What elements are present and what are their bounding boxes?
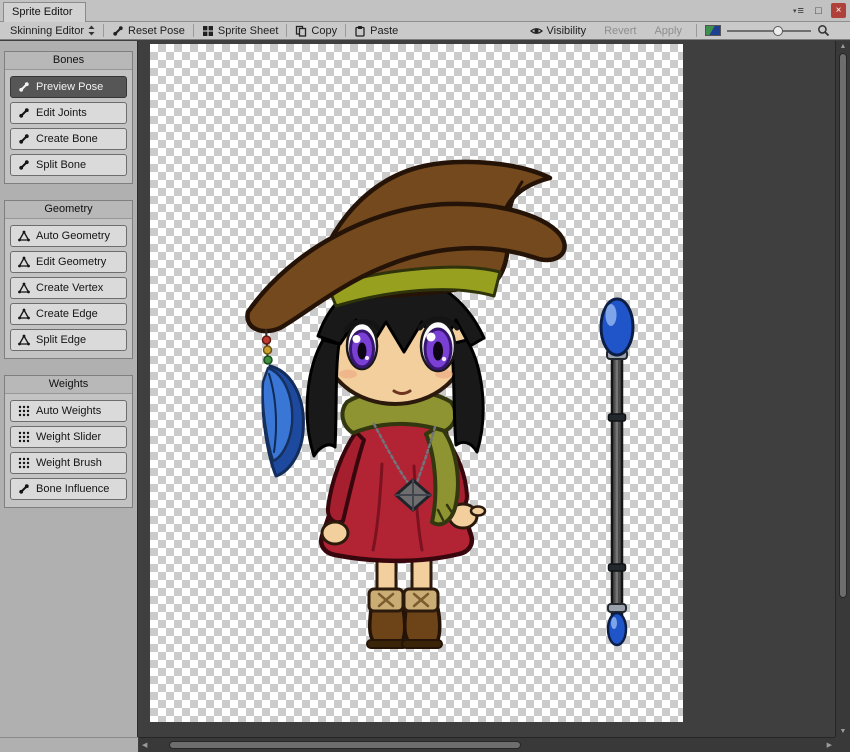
copy-icon	[296, 25, 307, 37]
panel-weights-body: Auto Weights Weight Slider Weight Brush …	[5, 394, 132, 507]
sprite-editor-window: Sprite Editor ▾ ≡ □ × Skinning Editor Res…	[0, 0, 850, 752]
zoom-slider[interactable]	[727, 24, 811, 38]
dropdown-arrows-icon	[88, 25, 95, 36]
bone-influence-button[interactable]: Bone Influence	[10, 478, 127, 500]
sprite-artwork	[245, 159, 635, 649]
zoom-icon	[818, 25, 830, 37]
split-bone-icon	[19, 160, 29, 170]
horizontal-scrollbar-thumb[interactable]	[169, 741, 521, 749]
preview-pose-icon	[19, 82, 29, 92]
zoom-slider-track[interactable]	[727, 29, 811, 32]
create-bone-icon	[19, 134, 29, 144]
vertical-scrollbar[interactable]: ▲ ▼	[835, 41, 850, 737]
sprite-canvas[interactable]	[150, 44, 683, 722]
zoom-slider-thumb[interactable]	[773, 25, 784, 36]
scroll-right-icon[interactable]: ▶	[827, 742, 832, 749]
panel-bones-title: Bones	[5, 52, 132, 70]
edit-geometry-button[interactable]: Edit Geometry	[10, 251, 127, 273]
panel-weights: Weights Auto Weights Weight Slider Weigh…	[4, 375, 133, 508]
preview-pose-button[interactable]: Preview Pose	[10, 76, 127, 98]
feather-charm	[261, 329, 305, 478]
edit-joints-icon	[19, 108, 29, 118]
scroll-up-icon[interactable]: ▲	[836, 43, 850, 50]
texture-preview-swatch[interactable]	[705, 25, 721, 36]
edit-joints-button[interactable]: Edit Joints	[10, 102, 127, 124]
toolbar-separator	[696, 24, 697, 37]
revert-button[interactable]: Revert	[598, 23, 642, 39]
sprite-sheet-button[interactable]: Sprite Sheet	[196, 23, 285, 39]
auto-geometry-icon	[18, 230, 30, 242]
visibility-eye-icon	[529, 27, 543, 34]
staff	[599, 297, 635, 647]
staff-gem-bottom	[606, 611, 628, 647]
split-bone-button[interactable]: Split Bone	[10, 154, 127, 176]
copy-button[interactable]: Copy	[289, 23, 343, 39]
panel-weights-title: Weights	[5, 376, 132, 394]
panel-geometry-body: Auto Geometry Edit Geometry Create Verte…	[5, 219, 132, 358]
toolbar: Skinning Editor Reset Pose Sprite Sheet …	[0, 22, 850, 40]
panel-geometry: Geometry Auto Geometry Edit Geometry Cre…	[4, 200, 133, 359]
bone-influence-icon	[19, 484, 29, 494]
create-vertex-button[interactable]: Create Vertex	[10, 277, 127, 299]
scroll-down-icon[interactable]: ▼	[836, 728, 850, 735]
hair-tail-left	[305, 338, 341, 458]
edit-geometry-icon	[18, 256, 30, 268]
weight-brush-button[interactable]: Weight Brush	[10, 452, 127, 474]
window-controls: ▾ ≡ □ ×	[791, 3, 846, 18]
toolbar-separator	[192, 24, 194, 37]
sidebar-footer	[0, 737, 138, 752]
toolbar-separator	[345, 24, 347, 37]
paste-icon	[355, 25, 365, 37]
skinning-viewport[interactable]	[139, 41, 835, 737]
panel-bones: Bones Preview Pose Edit Joints Create Bo…	[4, 51, 133, 184]
close-icon[interactable]: ×	[831, 3, 846, 18]
weight-slider-button[interactable]: Weight Slider	[10, 426, 127, 448]
horizontal-scrollbar[interactable]: ◀ ▶	[139, 737, 835, 752]
staff-gem-top	[599, 297, 635, 357]
auto-weights-icon	[18, 405, 30, 417]
toolbar-right-group: Visibility Revert Apply	[524, 23, 830, 39]
toolbar-separator	[103, 24, 104, 37]
split-edge-button[interactable]: Split Edge	[10, 329, 127, 351]
sprite-sheet-icon	[202, 25, 213, 36]
create-edge-icon	[18, 308, 30, 320]
weight-slider-icon	[18, 431, 30, 443]
reset-pose-icon	[113, 25, 123, 36]
titlebar: Sprite Editor ▾ ≡ □ ×	[0, 0, 850, 22]
auto-weights-button[interactable]: Auto Weights	[10, 400, 127, 422]
scrollbar-corner	[835, 737, 850, 752]
tool-sidebar: Bones Preview Pose Edit Joints Create Bo…	[0, 41, 138, 737]
paste-button[interactable]: Paste	[348, 23, 404, 39]
maximize-icon[interactable]: □	[811, 3, 826, 18]
create-edge-button[interactable]: Create Edge	[10, 303, 127, 325]
weight-brush-icon	[18, 457, 30, 469]
panel-geometry-title: Geometry	[5, 201, 132, 219]
vertical-scrollbar-thumb[interactable]	[839, 53, 847, 598]
visibility-button[interactable]: Visibility	[524, 23, 593, 39]
pane-menu-icon[interactable]: ▾ ≡	[791, 3, 806, 18]
panel-bones-body: Preview Pose Edit Joints Create Bone Spl…	[5, 70, 132, 183]
hair-tail-right	[449, 338, 485, 454]
boots	[366, 587, 443, 649]
reset-pose-button[interactable]: Reset Pose	[106, 23, 191, 39]
scroll-left-icon[interactable]: ◀	[142, 742, 147, 749]
toolbar-separator	[286, 24, 288, 37]
skinning-mode-dropdown[interactable]: Skinning Editor	[4, 23, 101, 39]
create-bone-button[interactable]: Create Bone	[10, 128, 127, 150]
create-vertex-icon	[18, 282, 30, 294]
tab-title: Sprite Editor	[12, 6, 73, 18]
split-edge-icon	[18, 334, 30, 346]
apply-button[interactable]: Apply	[648, 23, 688, 39]
tab-sprite-editor[interactable]: Sprite Editor	[3, 2, 86, 22]
auto-geometry-button[interactable]: Auto Geometry	[10, 225, 127, 247]
